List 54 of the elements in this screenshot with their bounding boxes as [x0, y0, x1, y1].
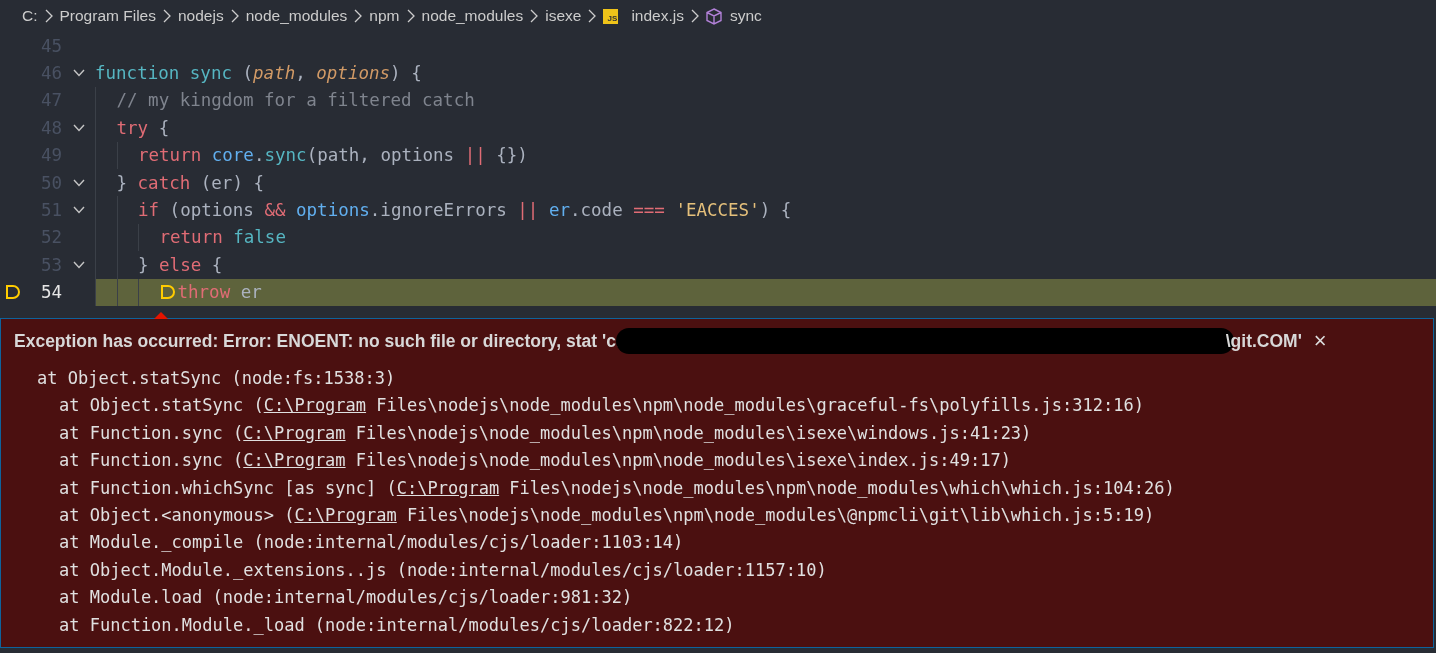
paused-breakpoint-icon[interactable]: [5, 284, 21, 301]
stack-frame: at Module._compile (node:internal/modules/cjs/loader:1103:14): [1, 529, 1433, 557]
stack-frame: at Function.sync (C:\Program Files\nodejs\node_modules\npm\node_modules\isexe\index.js:49:17): [1, 447, 1433, 475]
file-link[interactable]: C:\Program: [294, 504, 397, 525]
file-link[interactable]: C:\Program: [263, 395, 367, 416]
breadcrumb-item[interactable]: isexe: [545, 7, 582, 25]
breadcrumb-item[interactable]: node_modules: [245, 7, 348, 25]
stack-frame: at Object.statSync (C:\Program Files\nodejs\node_modules\npm\node_modules\graceful-fs\polyfills.js:312:16): [1, 392, 1433, 420]
code-text: } else {: [138, 254, 223, 275]
exception-title: \git.COM': [1225, 330, 1302, 352]
chevron-down-icon[interactable]: [72, 123, 85, 132]
breadcrumb-item[interactable]: nodejs: [177, 7, 224, 25]
code-text: // my kingdom for a filtered catch: [116, 90, 475, 111]
chevron-right-icon: [690, 9, 699, 23]
code-text: throw er: [177, 282, 262, 303]
chevron-down-icon[interactable]: [72, 69, 85, 78]
code-text: function sync (path, options) {: [95, 63, 422, 84]
breadcrumb-item[interactable]: Program Files: [59, 7, 156, 25]
javascript-file-icon: JS: [603, 8, 619, 24]
chevron-down-icon[interactable]: [72, 206, 85, 215]
breadcrumb-item[interactable]: node_modules: [421, 7, 524, 25]
breadcrumb-item[interactable]: index.js: [631, 7, 684, 25]
code-text: if (options && options.ignoreErrors || er.code === 'EACCES') {: [138, 200, 792, 221]
pointer-icon: [154, 312, 168, 319]
chevron-right-icon: [44, 9, 53, 23]
file-link[interactable]: C:\Program: [396, 477, 500, 498]
stack-frame: at Object.<anonymous> (C:\Program Files\nodejs\node_modules\npm\node_modules\@npmcli\git\lib\which.js:5:19): [1, 501, 1433, 530]
chevron-right-icon: [406, 9, 415, 23]
stack-frame: at Module.load (node:internal/modules/cjs/loader:981:32): [1, 584, 1433, 612]
chevron-right-icon: [588, 9, 597, 23]
stack-frame: at Function.sync (C:\Program Files\nodejs\node_modules\npm\node_modules\isexe\windows.js:41:23): [1, 419, 1433, 448]
chevron-down-icon[interactable]: [72, 178, 85, 187]
close-button[interactable]: ×: [1309, 330, 1331, 352]
code-text: return core.sync(path, options || {}): [138, 145, 528, 166]
stack-frame: at Function.Module._load (node:internal/modules/cjs/loader:822:12): [1, 611, 1433, 639]
chevron-right-icon: [162, 9, 171, 23]
chevron-right-icon: [230, 9, 239, 23]
chevron-down-icon[interactable]: [72, 260, 85, 269]
file-link[interactable]: C:\Program: [243, 450, 346, 471]
chevron-right-icon: [354, 9, 363, 23]
chevron-right-icon: [530, 9, 539, 23]
cube-icon: [705, 7, 722, 25]
code-text: } catch (er) {: [116, 172, 265, 193]
code-text: try {: [116, 117, 170, 138]
breadcrumb-item[interactable]: C:: [22, 7, 38, 25]
breadcrumb-item[interactable]: sync: [729, 7, 762, 25]
breadcrumb-item[interactable]: npm: [369, 7, 400, 25]
paused-breakpoint-icon: [159, 284, 176, 301]
stack-frame: at Object.statSync (node:fs:1538:3): [1, 365, 1433, 393]
code-text: return false: [159, 227, 286, 248]
file-link[interactable]: C:\Program: [243, 422, 346, 443]
stack-frame: at Object.Module._extensions..js (node:internal/modules/cjs/loader:1157:10): [1, 556, 1433, 585]
line-number: 54: [39, 282, 62, 303]
stack-frame: at Function.whichSync [as sync] (C:\Program Files\nodejs\node_modules\npm\node_modules\which\which.js:104:26): [1, 474, 1433, 502]
